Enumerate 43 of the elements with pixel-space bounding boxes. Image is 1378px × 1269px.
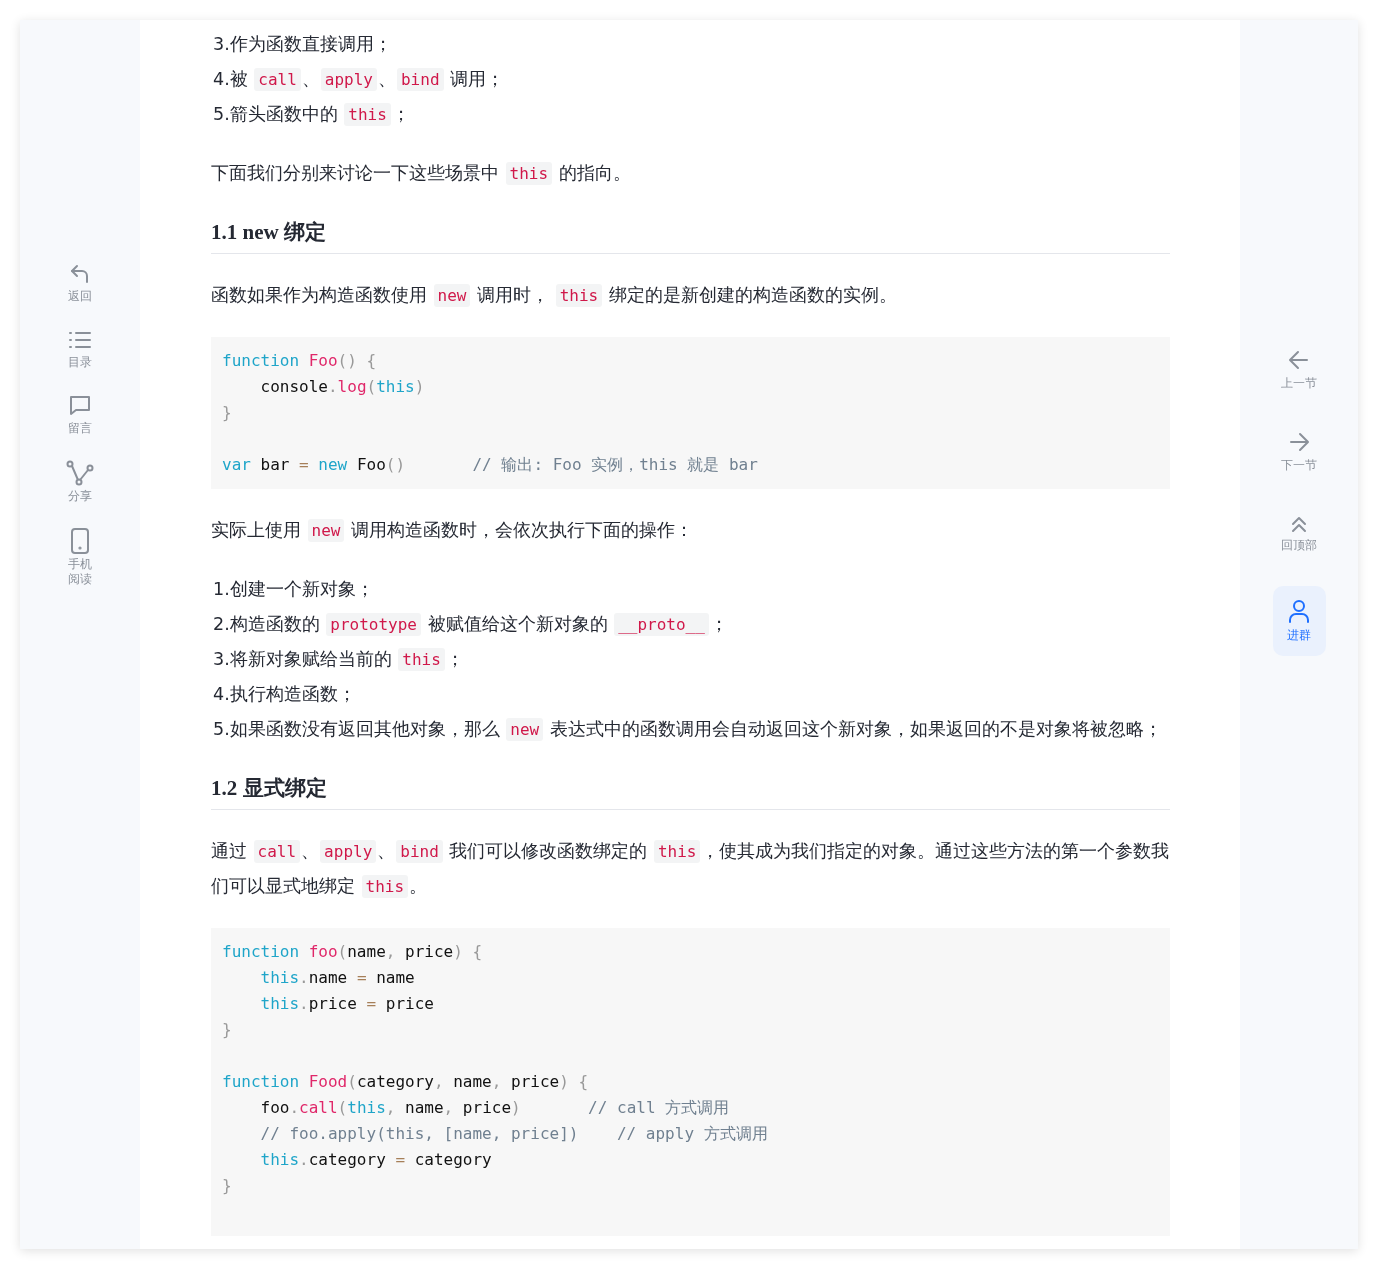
mobile-phone-icon <box>70 528 90 554</box>
list-item: 2.构造函数的 prototype 被赋值给这个新对象的 __proto__ ； <box>212 612 729 638</box>
code-line: function Food(category, name, price) { <box>222 1071 590 1093</box>
sidebar-button[interactable]: 手机阅读 <box>67 528 93 587</box>
list-item: 4.被 call 、 apply 、 bind 调用； <box>212 67 506 93</box>
code-line: this.price = price <box>259 993 435 1015</box>
code-line: // foo.apply(this, [name, price]) // apply 方式调用 <box>259 1123 769 1145</box>
list-item: 1.创建一个新对象； <box>212 578 375 601</box>
share-icon <box>66 460 94 486</box>
code-line: var bar = new Foo() // 输出: Foo 实例，this 就是 bar <box>222 454 759 476</box>
code-line: } <box>222 402 233 424</box>
list-item: 5.箭头函数中的 this ； <box>212 102 411 128</box>
list-item: 3.作为函数直接调用； <box>212 33 393 56</box>
paragraph: 下面我们分别来讨论一下这些场景中 this 的指向。 <box>211 161 632 187</box>
paragraph: 实际上使用 new 调用构造函数时，会依次执行下面的操作： <box>211 518 695 544</box>
nav-button[interactable]: 上一节 <box>1272 340 1326 400</box>
code-line: } <box>222 1019 233 1041</box>
speech-bubble-icon <box>68 394 92 418</box>
paragraph: 函数如果作为构造函数使用 new 调用时， this 绑定的是新创建的构造函数的实例。 <box>211 283 898 309</box>
nav-button[interactable]: 进群 <box>1272 586 1326 656</box>
list-item: 3.将新对象赋给当前的 this ； <box>212 647 465 673</box>
section-heading: 1.2 显式绑定 <box>211 773 1170 810</box>
sidebar-button[interactable]: 目录 <box>67 328 93 370</box>
sidebar-button[interactable]: 返回 <box>67 262 93 304</box>
code-line: foo.call(this, name, price) // call 方式调用 <box>259 1097 731 1119</box>
double-chevron-up-icon <box>1290 515 1308 533</box>
paragraph: 通过 call 、 apply 、 bind 我们可以修改函数绑定的 this ，使其成为我们指定的对象。通过这些方法的第一个参数我们可以显式地绑定 this 。 <box>211 839 1170 900</box>
code-line: function Foo() { <box>222 350 378 372</box>
list-item: 5.如果函数没有返回其他对象，那么 new 表达式中的函数调用会自动返回这个新对象，如果返回的不是对象将被忽略； <box>212 717 1163 743</box>
left-arrow-icon <box>1288 349 1310 371</box>
nav-button[interactable]: 下一节 <box>1272 422 1326 482</box>
section-heading: 1.1 new 绑定 <box>211 217 1170 254</box>
code-line: function foo(name, price) { <box>222 941 484 963</box>
nav-button[interactable]: 回顶部 <box>1272 504 1326 564</box>
sidebar-button[interactable]: 分享 <box>66 460 94 504</box>
code-line: } <box>222 1175 233 1197</box>
code-line: this.category = category <box>259 1149 493 1171</box>
code-line: console.log(this) <box>259 376 426 398</box>
right-arrow-icon <box>1288 431 1310 453</box>
code-line: this.name = name <box>259 967 416 989</box>
sidebar-button[interactable]: 留言 <box>67 394 93 436</box>
list-item: 4.执行构造函数； <box>212 683 357 706</box>
user-icon <box>1288 599 1310 623</box>
